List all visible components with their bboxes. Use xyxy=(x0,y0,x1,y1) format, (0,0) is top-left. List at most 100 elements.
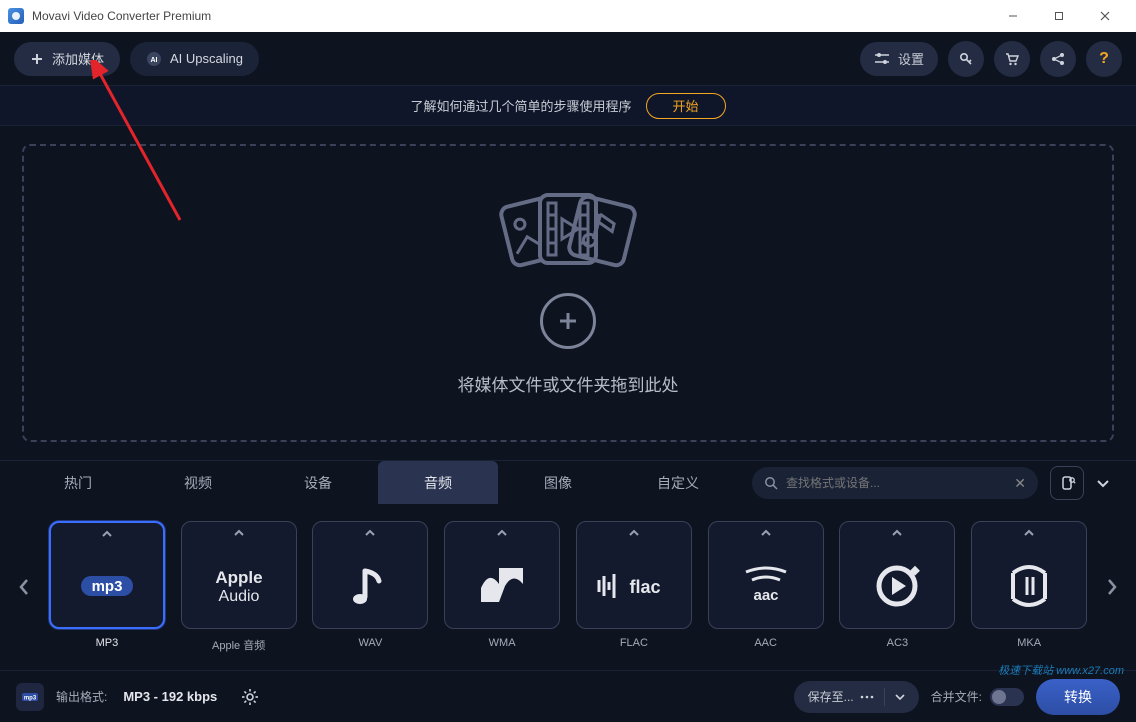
format-card-flac: flac FLAC xyxy=(575,521,693,653)
plus-icon xyxy=(556,309,580,333)
carousel-prev-button[interactable] xyxy=(10,527,38,647)
format-icon: mp3 xyxy=(51,545,163,627)
svg-text:AI: AI xyxy=(151,57,158,64)
convert-button[interactable]: 转换 xyxy=(1036,679,1120,715)
collapse-panel-button[interactable] xyxy=(1092,466,1114,500)
ai-icon: AI xyxy=(146,51,162,67)
share-button[interactable] xyxy=(1040,41,1076,77)
window-minimize-button[interactable] xyxy=(990,0,1036,32)
settings-button[interactable]: 设置 xyxy=(860,42,938,76)
tab-image[interactable]: 图像 xyxy=(498,461,618,504)
merge-files-control: 合并文件: xyxy=(931,688,1024,706)
format-card-apple 音频: AppleAudio Apple 音频 xyxy=(180,521,298,653)
window-title: Movavi Video Converter Premium xyxy=(32,9,211,23)
format-icon: AppleAudio xyxy=(182,544,296,628)
tab-popular[interactable]: 热门 xyxy=(18,461,138,504)
ai-upscaling-label: AI Upscaling xyxy=(170,51,243,66)
format-card-wav: WAV xyxy=(312,521,430,653)
svg-text:flac: flac xyxy=(629,577,660,597)
format-card[interactable]: aac xyxy=(708,521,824,629)
drop-area: 将媒体文件或文件夹拖到此处 xyxy=(0,126,1136,460)
svg-text:mp3: mp3 xyxy=(91,578,122,595)
tab-audio[interactable]: 音频 xyxy=(378,461,498,504)
start-button[interactable]: 开始 xyxy=(646,93,726,119)
format-label: WMA xyxy=(489,637,516,649)
format-card[interactable] xyxy=(312,521,428,629)
format-icon xyxy=(313,544,427,628)
format-search-input[interactable] xyxy=(786,476,1006,490)
tab-custom[interactable]: 自定义 xyxy=(618,461,738,504)
format-card-ac3: AC3 xyxy=(839,521,957,653)
format-label: AC3 xyxy=(887,637,908,649)
svg-text:mp3: mp3 xyxy=(24,695,37,701)
add-media-label: 添加媒体 xyxy=(52,49,104,68)
format-card-mp3: mp3MP3 xyxy=(48,521,166,653)
chevron-up-icon xyxy=(709,522,823,544)
format-icon: flac xyxy=(577,544,691,628)
output-format-value: MP3 - 192 kbps xyxy=(123,689,217,704)
save-to-label: 保存至... xyxy=(808,688,854,705)
window-maximize-button[interactable] xyxy=(1036,0,1082,32)
format-card[interactable] xyxy=(839,521,955,629)
chevron-down-icon xyxy=(1096,478,1110,488)
chevron-down-icon xyxy=(895,693,905,701)
sliders-icon xyxy=(874,52,890,66)
chevron-up-icon xyxy=(313,522,427,544)
format-icon xyxy=(840,544,954,628)
output-format-icon: mp3 xyxy=(16,683,44,711)
key-icon xyxy=(958,51,974,67)
settings-label: 设置 xyxy=(898,49,924,68)
search-icon xyxy=(764,476,778,490)
chevron-up-icon xyxy=(972,522,1086,544)
add-media-plus-button[interactable] xyxy=(540,293,596,349)
gear-icon xyxy=(241,688,259,706)
tab-video[interactable]: 视频 xyxy=(138,461,258,504)
carousel-next-button[interactable] xyxy=(1098,527,1126,647)
format-card[interactable]: mp3 xyxy=(49,521,165,629)
key-button[interactable] xyxy=(948,41,984,77)
onboarding-banner: 了解如何通过几个简单的步骤使用程序 开始 xyxy=(0,86,1136,126)
cart-button[interactable] xyxy=(994,41,1030,77)
media-illustration xyxy=(488,191,648,273)
drop-zone[interactable]: 将媒体文件或文件夹拖到此处 xyxy=(22,144,1114,442)
chevron-up-icon xyxy=(577,522,691,544)
format-search-box[interactable]: ✕ xyxy=(752,467,1038,499)
format-card-aac: aac AAC xyxy=(707,521,825,653)
tab-devices[interactable]: 设备 xyxy=(258,461,378,504)
format-label: WAV xyxy=(358,637,382,649)
merge-toggle[interactable] xyxy=(990,688,1024,706)
format-card-mka: MKA xyxy=(970,521,1088,653)
format-icon xyxy=(445,544,559,628)
chevron-up-icon xyxy=(840,522,954,544)
format-card[interactable]: flac xyxy=(576,521,692,629)
format-card[interactable] xyxy=(444,521,560,629)
svg-text:Audio: Audio xyxy=(218,588,259,605)
add-media-button[interactable]: 添加媒体 xyxy=(14,42,120,76)
format-label: MKA xyxy=(1017,637,1041,649)
save-to-button[interactable]: 保存至... xyxy=(794,681,919,713)
format-card[interactable]: AppleAudio xyxy=(181,521,297,629)
chevron-up-icon xyxy=(182,522,296,544)
format-label: Apple 音频 xyxy=(212,637,265,653)
format-label: AAC xyxy=(754,637,777,649)
format-carousel: mp3MP3AppleAudio Apple 音频 WAV WMA flac FLAC aa… xyxy=(0,504,1136,670)
svg-text:aac: aac xyxy=(753,587,778,604)
format-tabs-row: 热门 视频 设备 音频 图像 自定义 ✕ xyxy=(0,460,1136,504)
dots-icon xyxy=(860,694,874,700)
search-clear-button[interactable]: ✕ xyxy=(1014,475,1026,492)
main-toolbar: 添加媒体 AI AI Upscaling 设置 ? xyxy=(0,32,1136,86)
detect-device-button[interactable] xyxy=(1050,466,1084,500)
help-button[interactable]: ? xyxy=(1086,41,1122,77)
format-card-wma: WMA xyxy=(443,521,561,653)
window-close-button[interactable] xyxy=(1082,0,1128,32)
plus-icon xyxy=(30,52,44,66)
merge-label: 合并文件: xyxy=(931,688,982,705)
ai-upscaling-button[interactable]: AI AI Upscaling xyxy=(130,42,259,76)
format-label: FLAC xyxy=(620,637,648,649)
chevron-up-icon xyxy=(445,522,559,544)
chevron-left-icon xyxy=(18,578,30,596)
output-format-label: 输出格式: xyxy=(56,688,107,705)
format-card[interactable] xyxy=(971,521,1087,629)
output-settings-button[interactable] xyxy=(235,682,265,712)
format-icon: aac xyxy=(709,544,823,628)
